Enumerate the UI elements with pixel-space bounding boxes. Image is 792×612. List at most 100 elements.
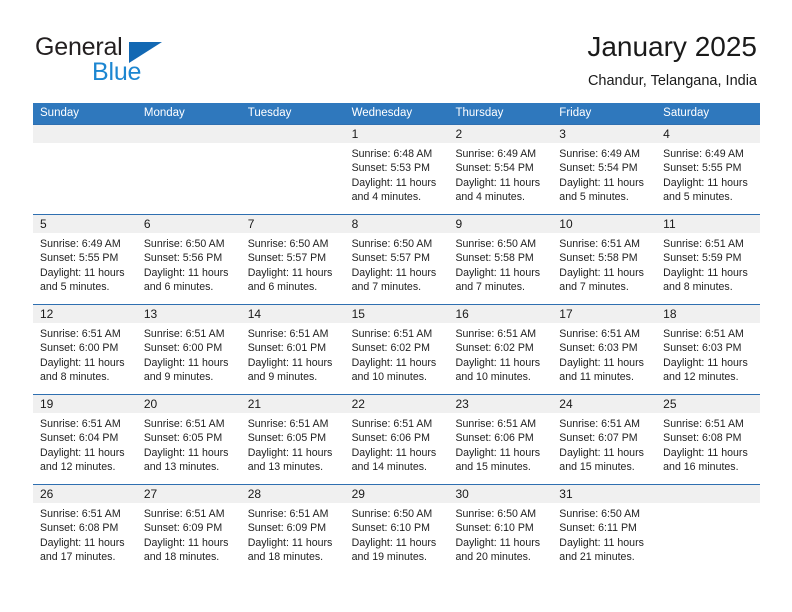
day-cell[interactable]: 29 Sunrise: 6:50 AM Sunset: 6:10 PM Dayligh… [344,485,449,574]
day-details: Sunrise: 6:50 AM Sunset: 6:10 PM Daylight:… [448,503,552,564]
day-number-strip: 26 [33,485,137,503]
day-cell[interactable]: 4 Sunrise: 6:49 AM Sunset: 5:55 PM Daylight… [656,125,761,214]
sunrise-text: Sunrise: 6:49 AM [40,238,121,250]
sunset-text: Sunset: 6:11 PM [559,522,637,535]
location-subtitle: Chandur, Telangana, India [587,73,757,89]
day-details: Sunrise: 6:51 AM Sunset: 6:06 PM Daylight:… [345,413,449,474]
day-number: 10 [559,217,573,231]
sunrise-text: Sunrise: 6:49 AM [663,148,744,160]
sunset-text: Sunset: 5:55 PM [663,162,742,175]
sunset-text: Sunset: 6:09 PM [247,522,327,535]
sunrise-text: Sunrise: 6:50 AM [143,238,225,250]
day-cell[interactable]: 5 Sunrise: 6:49 AM Sunset: 5:55 PM Daylight… [33,215,137,304]
day-number-strip: 22 [344,395,449,413]
day-cell[interactable]: 13 Sunrise: 6:51 AM Sunset: 6:00 PM Dayligh… [136,305,241,394]
day-cell[interactable]: 11 Sunrise: 6:51 AM Sunset: 5:59 PM Dayligh… [656,215,761,304]
sunrise-text: Sunrise: 6:50 AM [351,508,433,520]
weekday-header-saturday: Saturday [663,107,710,119]
day-cell[interactable]: 30 Sunrise: 6:50 AM Sunset: 6:10 PM Dayligh… [448,485,553,574]
day-cell[interactable]: 14 Sunrise: 6:51 AM Sunset: 6:01 PM Dayligh… [240,305,345,394]
day-cell[interactable]: 6 Sunrise: 6:50 AM Sunset: 5:56 PM Daylight… [136,215,241,304]
day-number-strip: 8 [344,215,449,233]
day-cell[interactable]: 9 Sunrise: 6:50 AM Sunset: 5:58 PM Daylight… [448,215,553,304]
day-cell[interactable]: 16 Sunrise: 6:51 AM Sunset: 6:02 PM Dayligh… [448,305,553,394]
sunset-text: Sunset: 6:05 PM [247,432,327,445]
daylight-text-line1: Daylight: 11 hours [559,266,644,279]
daylight-text-line1: Daylight: 11 hours [559,446,644,459]
daylight-text-line1: Daylight: 11 hours [455,446,541,459]
day-cell[interactable]: 3 Sunrise: 6:49 AM Sunset: 5:54 PM Daylight… [552,125,657,214]
day-cell[interactable]: 8 Sunrise: 6:50 AM Sunset: 5:57 PM Daylight… [344,215,449,304]
day-cell[interactable]: 28 Sunrise: 6:51 AM Sunset: 6:09 PM Dayligh… [240,485,345,574]
daylight-text-line2: and 12 minutes. [663,370,739,383]
sunset-text: Sunset: 5:53 PM [351,162,430,175]
sunset-text: Sunset: 6:06 PM [455,432,534,445]
daylight-text-line2: and 14 minutes. [351,460,427,473]
daylight-text-line2: and 7 minutes. [351,280,422,293]
day-cell[interactable]: 10 Sunrise: 6:51 AM Sunset: 5:58 PM Dayligh… [552,215,657,304]
sunrise-text: Sunrise: 6:51 AM [663,328,744,340]
calendar-grid: Sunday Monday Tuesday Wednesday Thursday Frid… [33,103,761,574]
day-number-strip: 7 [240,215,345,233]
day-number: 31 [559,487,573,501]
daylight-text-line1: Daylight: 11 hours [351,176,437,189]
sunset-text: Sunset: 6:08 PM [663,432,742,445]
day-cell[interactable]: 7 Sunrise: 6:50 AM Sunset: 5:57 PM Daylight… [240,215,345,304]
sunset-text: Sunset: 6:00 PM [40,342,119,355]
day-number-strip: 3 [552,125,657,143]
day-cell[interactable]: 24 Sunrise: 6:51 AM Sunset: 6:07 PM Dayligh… [552,395,657,484]
day-details: Sunrise: 6:51 AM Sunset: 6:06 PM Daylight:… [448,413,552,474]
daylight-text-line2: and 6 minutes. [143,280,214,293]
daylight-text-line1: Daylight: 11 hours [247,536,333,549]
day-cell[interactable]: 15 Sunrise: 6:51 AM Sunset: 6:02 PM Dayligh… [344,305,449,394]
day-cell[interactable]: 18 Sunrise: 6:51 AM Sunset: 6:03 PM Dayligh… [656,305,761,394]
daylight-text-line1: Daylight: 11 hours [40,536,125,549]
day-cell[interactable]: 17 Sunrise: 6:51 AM Sunset: 6:03 PM Dayligh… [552,305,657,394]
day-cell[interactable]: 25 Sunrise: 6:51 AM Sunset: 6:08 PM Dayligh… [656,395,761,484]
daylight-text-line2: and 9 minutes. [143,370,214,383]
day-number: 17 [559,307,573,321]
day-number: 28 [247,487,262,501]
day-cell[interactable]: 23 Sunrise: 6:51 AM Sunset: 6:06 PM Dayligh… [448,395,553,484]
sunset-text: Sunset: 5:57 PM [351,252,430,265]
day-cell[interactable]: 22 Sunrise: 6:51 AM Sunset: 6:06 PM Dayligh… [344,395,449,484]
daylight-text-line1: Daylight: 11 hours [663,176,748,189]
daylight-text-line2: and 8 minutes. [40,370,110,383]
daylight-text-line1: Daylight: 11 hours [40,356,125,369]
day-details: Sunrise: 6:50 AM Sunset: 5:57 PM Daylight:… [345,233,449,294]
daylight-text-line2: and 6 minutes. [247,280,318,293]
day-cell[interactable]: 27 Sunrise: 6:51 AM Sunset: 6:09 PM Dayligh… [136,485,241,574]
daylight-text-line2: and 5 minutes. [559,190,629,203]
daylight-text-line1: Daylight: 11 hours [455,176,541,189]
day-number: 12 [40,307,54,321]
day-details: Sunrise: 6:51 AM Sunset: 6:07 PM Daylight:… [552,413,656,474]
weekday-header-monday: Monday [143,107,185,119]
day-cell[interactable]: 19 Sunrise: 6:51 AM Sunset: 6:04 PM Dayligh… [33,395,137,484]
day-number-strip: 2 [448,125,553,143]
daylight-text-line2: and 10 minutes. [351,370,427,383]
day-number: 3 [559,127,566,141]
week-row: 19 Sunrise: 6:51 AM Sunset: 6:04 PM Dayligh… [33,394,761,484]
day-number: 9 [455,217,463,231]
day-cell[interactable]: 26 Sunrise: 6:51 AM Sunset: 6:08 PM Dayligh… [33,485,137,574]
day-cell[interactable]: 31 Sunrise: 6:50 AM Sunset: 6:11 PM Dayligh… [552,485,657,574]
day-cell[interactable]: 12 Sunrise: 6:51 AM Sunset: 6:00 PM Dayligh… [33,305,137,394]
day-cell[interactable]: 2 Sunrise: 6:49 AM Sunset: 5:54 PM Daylight… [448,125,553,214]
day-details: Sunrise: 6:51 AM Sunset: 6:01 PM Daylight:… [241,323,345,384]
day-number: 13 [143,307,158,321]
daylight-text-line2: and 7 minutes. [455,280,525,293]
day-number: 27 [143,487,158,501]
sunrise-text: Sunrise: 6:50 AM [559,508,640,520]
day-cell[interactable]: 20 Sunrise: 6:51 AM Sunset: 6:05 PM Dayligh… [136,395,241,484]
sunset-text: Sunset: 6:02 PM [351,342,430,355]
day-details: Sunrise: 6:50 AM Sunset: 6:11 PM Daylight:… [552,503,656,564]
daylight-text-line1: Daylight: 11 hours [351,536,437,549]
day-cell[interactable]: 21 Sunrise: 6:51 AM Sunset: 6:05 PM Dayligh… [240,395,345,484]
day-details: Sunrise: 6:50 AM Sunset: 5:57 PM Daylight:… [241,233,345,294]
daylight-text-line2: and 9 minutes. [247,370,318,383]
day-details: Sunrise: 6:51 AM Sunset: 6:09 PM Daylight:… [241,503,345,564]
day-cell[interactable]: 1 Sunrise: 6:48 AM Sunset: 5:53 PM Daylight… [344,125,449,214]
sunrise-text: Sunrise: 6:51 AM [143,508,225,520]
day-number: 15 [351,307,365,321]
day-number-strip: 29 [344,485,449,503]
